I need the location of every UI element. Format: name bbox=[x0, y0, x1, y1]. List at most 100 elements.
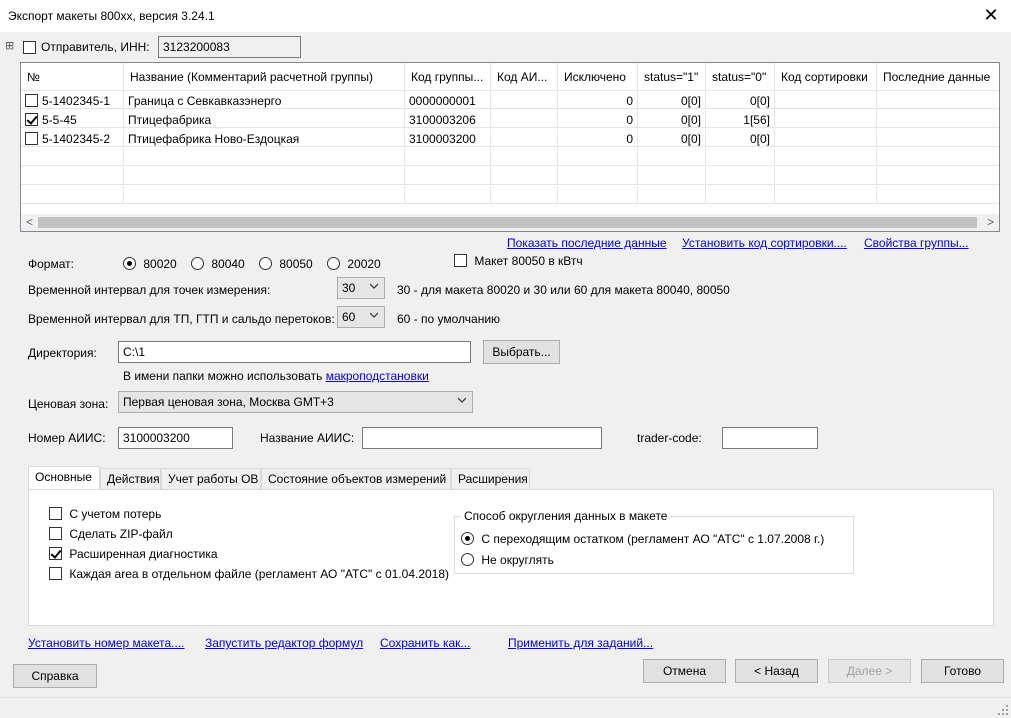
diagnostics-option[interactable]: Расширенная диагностика bbox=[49, 546, 218, 561]
expand-icon[interactable]: ⊞ bbox=[5, 39, 14, 52]
table-row[interactable] bbox=[21, 186, 999, 204]
interval-points-select[interactable]: 30 bbox=[337, 277, 385, 299]
price-zone-label: Ценовая зона: bbox=[28, 397, 109, 411]
interval-tp-hint: 60 - по умолчанию bbox=[397, 312, 501, 326]
rounding-radio[interactable] bbox=[461, 553, 474, 567]
rounding-radio[interactable] bbox=[461, 532, 474, 546]
row-checkbox[interactable] bbox=[25, 132, 38, 146]
row-checkbox[interactable] bbox=[25, 113, 38, 127]
scroll-thumb[interactable] bbox=[38, 217, 977, 228]
tab-main[interactable]: Основные bbox=[28, 466, 100, 490]
table-row[interactable]: 5-5-45 Птицефабрика 3100003206 0 0[0] 1[56] bbox=[21, 110, 999, 128]
col-status0[interactable]: status="0" bbox=[706, 63, 775, 91]
col-aiis[interactable]: Код АИ... bbox=[491, 63, 558, 91]
trader-code-input[interactable] bbox=[722, 427, 818, 449]
kwh-option[interactable]: Макет 80050 в кВтч bbox=[454, 253, 583, 268]
format-radio[interactable] bbox=[123, 257, 136, 271]
back-button[interactable]: < Назад bbox=[735, 659, 818, 683]
price-zone-select[interactable]: Первая ценовая зона, Москва GMT+3 bbox=[118, 391, 473, 413]
table-cell-name: Птицефабрика bbox=[124, 110, 405, 128]
tab-ov-accounting[interactable]: Учет работы ОВ bbox=[161, 468, 261, 490]
area-separate-option[interactable]: Каждая area в отдельном файле (регламент… bbox=[49, 566, 449, 581]
cancel-button[interactable]: Отмена bbox=[643, 659, 726, 683]
interval-tp-select[interactable]: 60 bbox=[337, 306, 385, 328]
col-last[interactable]: Последние данные bbox=[877, 63, 999, 91]
groups-table[interactable]: № Название (Комментарий расчетной группы… bbox=[20, 62, 1000, 232]
format-option-80050[interactable]: 80050 bbox=[259, 256, 313, 271]
losses-option[interactable]: С учетом потерь bbox=[49, 506, 161, 521]
title-bar: Экспорт макеты 800xx, версия 3.24.1 ✕ bbox=[0, 0, 1011, 32]
cell-text: 1[56] bbox=[743, 112, 770, 127]
tab-measurement-state[interactable]: Состояние объектов измерений bbox=[261, 468, 451, 490]
aiis-name-label: Название АИИС: bbox=[260, 431, 355, 445]
table-cell-sort bbox=[775, 186, 877, 204]
next-button[interactable]: Далее > bbox=[828, 659, 911, 683]
set-sort-code-link[interactable]: Установить код сортировки.... bbox=[682, 236, 847, 250]
rounding-title: Способ округления данных в макете bbox=[461, 509, 671, 523]
table-cell-s0: 1[56] bbox=[706, 110, 775, 128]
table-row[interactable]: 5-1402345-1 Граница с Севкавказэнерго 0000… bbox=[21, 91, 999, 109]
browse-button[interactable]: Выбрать... bbox=[483, 340, 560, 364]
tab-extensions[interactable]: Расширения bbox=[451, 468, 530, 490]
table-cell-s1: 0[0] bbox=[638, 129, 706, 147]
format-radio[interactable] bbox=[191, 257, 204, 271]
format-option-80020[interactable]: 80020 bbox=[123, 256, 177, 271]
macro-substitutions-link[interactable]: макроподстановки bbox=[326, 369, 429, 383]
save-as-link[interactable]: Сохранить как... bbox=[380, 636, 470, 650]
col-excluded[interactable]: Исключено bbox=[558, 63, 638, 91]
scroll-right-icon[interactable]: > bbox=[982, 214, 999, 231]
format-label: Формат: bbox=[28, 257, 74, 271]
zip-option[interactable]: Сделать ZIP-файл bbox=[49, 526, 173, 541]
aiis-name-input[interactable] bbox=[362, 427, 602, 449]
table-cell-code bbox=[405, 186, 491, 204]
apply-to-tasks-link[interactable]: Применить для заданий... bbox=[508, 636, 653, 650]
aiis-number-input[interactable]: 3100003200 bbox=[118, 427, 233, 449]
done-button[interactable]: Готово bbox=[921, 659, 1004, 683]
directory-input[interactable]: C:\1 bbox=[118, 341, 471, 363]
table-cell-last bbox=[877, 148, 999, 166]
losses-checkbox[interactable] bbox=[49, 507, 62, 521]
table-cell-last bbox=[877, 167, 999, 185]
group-properties-link[interactable]: Свойства группы... bbox=[864, 236, 969, 250]
format-radio[interactable] bbox=[259, 257, 272, 271]
table-cell-name: Граница с Севкавказэнерго bbox=[124, 91, 405, 109]
table-cell-sort bbox=[775, 167, 877, 185]
set-model-number-link[interactable]: Установить номер макета.... bbox=[28, 636, 185, 650]
kwh-checkbox[interactable] bbox=[454, 254, 467, 268]
format-option-20020[interactable]: 20020 bbox=[327, 256, 381, 271]
table-row[interactable] bbox=[21, 148, 999, 166]
close-icon[interactable]: ✕ bbox=[981, 4, 1001, 26]
row-checkbox[interactable] bbox=[25, 94, 38, 108]
zip-checkbox[interactable] bbox=[49, 527, 62, 541]
rounding-none-option[interactable]: Не округлять bbox=[461, 552, 554, 567]
format-option-80040[interactable]: 80040 bbox=[191, 256, 245, 271]
sender-checkbox[interactable] bbox=[23, 41, 36, 55]
col-name[interactable]: Название (Комментарий расчетной группы) bbox=[124, 63, 405, 91]
formula-editor-link[interactable]: Запустить редактор формул bbox=[205, 636, 363, 650]
table-row[interactable] bbox=[21, 167, 999, 185]
cell-text: Птицефабрика bbox=[128, 112, 212, 127]
col-num[interactable]: № bbox=[21, 63, 124, 91]
table-cell-sort bbox=[775, 110, 877, 128]
table-cell-excluded: 0 bbox=[558, 110, 638, 128]
area-separate-checkbox[interactable] bbox=[49, 567, 62, 581]
col-status1[interactable]: status="1" bbox=[638, 63, 706, 91]
rounding-carryover-option[interactable]: С переходящим остатком (регламент АО "АТ… bbox=[461, 531, 824, 546]
resize-grip-icon[interactable] bbox=[997, 704, 1009, 716]
show-last-data-link[interactable]: Показать последние данные bbox=[507, 236, 667, 250]
tab-actions[interactable]: Действия bbox=[100, 468, 161, 490]
col-sort[interactable]: Код сортировки bbox=[775, 63, 877, 91]
scroll-left-icon[interactable]: < bbox=[21, 214, 38, 231]
cell-text: 0000000001 bbox=[409, 93, 476, 108]
sender-inn-field[interactable]: 3123200083 bbox=[158, 36, 301, 58]
horizontal-scrollbar[interactable]: < > bbox=[21, 214, 999, 231]
rounding-group: Способ округления данных в макете С пере… bbox=[454, 509, 854, 574]
diagnostics-checkbox[interactable] bbox=[49, 547, 62, 561]
table-cell-last bbox=[877, 110, 999, 128]
help-button[interactable]: Справка bbox=[13, 664, 97, 688]
format-radio[interactable] bbox=[327, 257, 340, 271]
table-row[interactable]: 5-1402345-2 Птицефабрика Ново-Ездоцкая 310… bbox=[21, 129, 999, 147]
table-cell-aiis bbox=[491, 148, 558, 166]
col-code[interactable]: Код группы... bbox=[405, 63, 491, 91]
chevron-down-icon bbox=[370, 283, 378, 289]
